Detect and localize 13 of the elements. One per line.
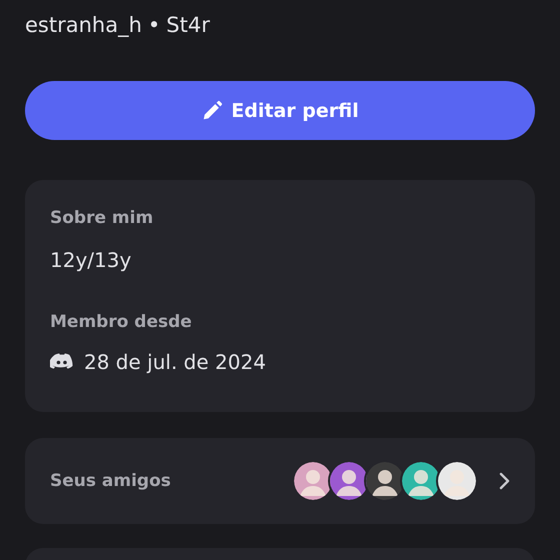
member-since-date: 28 de jul. de 2024: [84, 350, 266, 374]
edit-profile-button[interactable]: Editar perfil: [25, 81, 535, 140]
about-text: 12y/13y: [50, 248, 132, 272]
friends-row[interactable]: Seus amigos: [25, 438, 535, 524]
user-tag: St4r: [166, 13, 210, 37]
friends-label: Seus amigos: [50, 471, 171, 491]
pencil-icon: [201, 100, 224, 122]
separator: •: [148, 13, 160, 37]
game-controller-icon: [50, 353, 74, 371]
member-since-heading: Membro desde: [50, 312, 193, 332]
username: estranha_h: [25, 13, 142, 37]
chevron-right-icon: [498, 472, 510, 490]
about-heading: Sobre mim: [50, 208, 154, 228]
